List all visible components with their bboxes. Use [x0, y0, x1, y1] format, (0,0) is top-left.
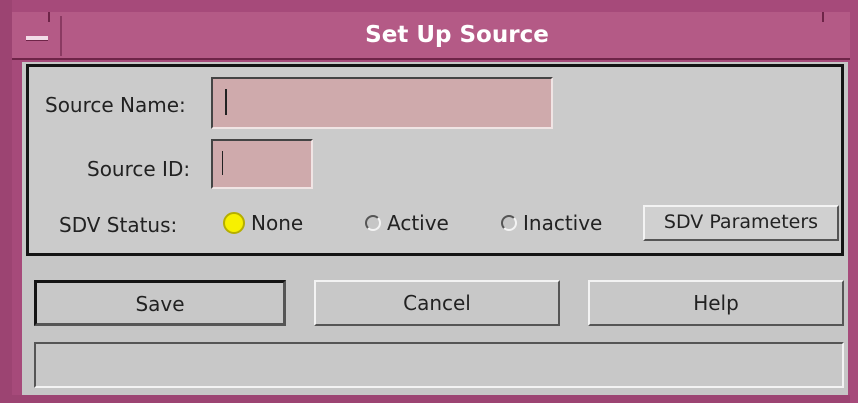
status-bar: [34, 342, 844, 388]
sdv-radio-none-label: None: [251, 211, 304, 235]
sdv-radio-active[interactable]: Active: [365, 207, 449, 239]
sdv-radio-inactive-label: Inactive: [523, 211, 603, 235]
text-cursor: [222, 151, 223, 175]
source-name-input[interactable]: [211, 77, 553, 129]
sdv-status-label: SDV Status:: [59, 213, 178, 237]
source-id-label: Source ID:: [87, 157, 191, 181]
radio-unselected-icon: [365, 215, 381, 231]
radio-unselected-icon: [501, 215, 517, 231]
sdv-radio-inactive[interactable]: Inactive: [501, 207, 602, 239]
radio-selected-icon: [223, 212, 245, 234]
help-button[interactable]: Help: [588, 280, 844, 326]
window-title: Set Up Source: [365, 22, 549, 48]
source-name-label: Source Name:: [45, 93, 186, 117]
title-bar[interactable]: Set Up Source: [12, 12, 850, 60]
window-frame-bottom[interactable]: [12, 395, 850, 403]
dialog-content: Source Name: Source ID: SDV Status: None…: [22, 62, 848, 395]
source-id-input[interactable]: [211, 139, 313, 189]
sdv-radio-none[interactable]: None: [223, 207, 303, 239]
frame-corner-mark: [822, 12, 824, 22]
window-menu-icon: [26, 36, 48, 41]
window-menu-button[interactable]: [14, 16, 62, 56]
sdv-radio-active-label: Active: [387, 211, 449, 235]
cancel-button[interactable]: Cancel: [314, 280, 560, 326]
sdv-parameters-button[interactable]: SDV Parameters: [643, 205, 839, 241]
text-cursor: [225, 89, 227, 115]
save-button[interactable]: Save: [34, 280, 286, 326]
window-frame-left[interactable]: [0, 0, 12, 403]
frame-corner-mark: [48, 12, 50, 22]
dialog-window: Set Up Source Source Name: Source ID: SD…: [0, 0, 858, 403]
form-panel: Source Name: Source ID: SDV Status: None…: [26, 64, 844, 256]
